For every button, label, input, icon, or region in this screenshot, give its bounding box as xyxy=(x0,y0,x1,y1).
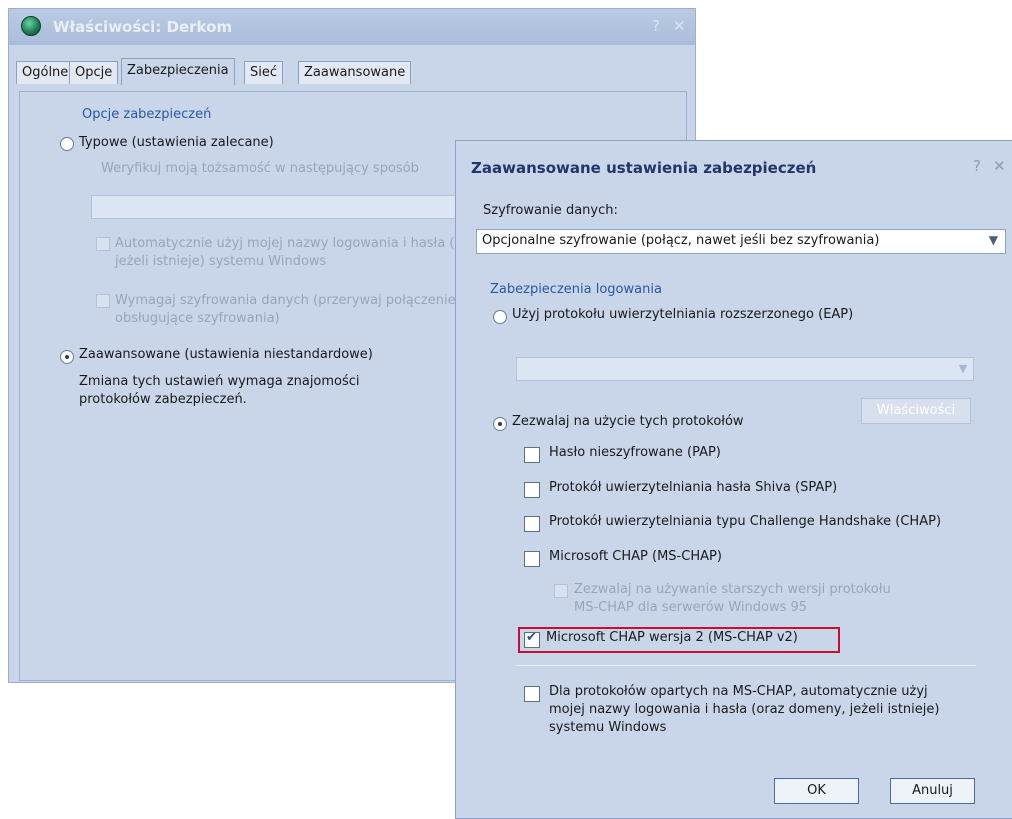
require-encryption-label-line1: Wymagaj szyfrowania danych (przerywaj po… xyxy=(115,293,514,308)
advanced-radio-button[interactable] xyxy=(60,350,74,364)
data-encryption-label: Szyfrowanie danych: xyxy=(483,203,618,218)
require-encryption-label-line2: obsługujące szyfrowania) xyxy=(115,311,280,326)
properties-button[interactable]: Właściwości xyxy=(861,398,971,424)
auto-credentials-label-line2: mojej nazwy logowania i hasła (oraz dome… xyxy=(549,702,940,717)
close-icon[interactable]: ✕ xyxy=(993,157,1006,175)
advanced-description-line2: protokołów zabezpieczeń. xyxy=(79,392,247,407)
cancel-button[interactable]: Anuluj xyxy=(890,778,975,804)
tab-security[interactable]: Zabezpieczenia xyxy=(121,58,235,85)
spap-checkbox[interactable] xyxy=(524,482,540,498)
network-globe-icon xyxy=(21,16,41,36)
title-bar[interactable]: Właściwości: Derkom ? ✕ xyxy=(9,9,695,45)
ok-button[interactable]: OK xyxy=(774,778,859,804)
advanced-description-line1: Zmiana tych ustawień wymaga znajomości xyxy=(79,374,360,389)
auto-credentials-label-line3: systemu Windows xyxy=(549,720,667,735)
dialog-title: Zaawansowane ustawienia zabezpieczeń xyxy=(471,159,817,177)
chap-checkbox[interactable] xyxy=(524,516,540,532)
tab-options[interactable]: Opcje xyxy=(69,61,119,84)
login-security-label: Zabezpieczenia logowania xyxy=(490,282,662,297)
typical-radio-button[interactable] xyxy=(60,137,74,151)
allow-protocols-radio-button[interactable] xyxy=(493,417,507,431)
advanced-radio-label: Zaawansowane (ustawienia niestandardowe) xyxy=(79,347,373,362)
advanced-security-dialog: Zaawansowane ustawienia zabezpieczeń ? ✕… xyxy=(455,140,1012,819)
tab-advanced[interactable]: Zaawansowane xyxy=(298,61,412,84)
auto-login-checkbox[interactable] xyxy=(96,237,110,251)
require-encryption-checkbox[interactable] xyxy=(96,294,110,308)
allow-protocols-radio-label: Zezwalaj na użycie tych protokołów xyxy=(512,414,744,429)
typical-radio-label: Typowe (ustawienia zalecane) xyxy=(79,135,274,150)
auto-credentials-label-line1: Dla protokołów opartych na MS-CHAP, auto… xyxy=(549,684,928,699)
security-options-label: Opcje zabezpieczeń xyxy=(82,107,212,122)
ms-chap-label: Microsoft CHAP (MS-CHAP) xyxy=(549,549,722,564)
divider xyxy=(516,665,976,666)
eap-protocol-select[interactable]: ▼ xyxy=(516,357,974,381)
legacy-ms-chap-checkbox[interactable] xyxy=(554,584,568,598)
tab-network[interactable]: Sieć xyxy=(244,61,284,84)
pap-label: Hasło nieszyfrowane (PAP) xyxy=(549,445,721,460)
validation-label: Weryfikuj moją tożsamość w następujący s… xyxy=(101,161,419,176)
chevron-down-icon[interactable]: ▼ xyxy=(989,233,998,247)
pap-checkbox[interactable] xyxy=(524,447,540,463)
ms-chap-v2-checkbox[interactable] xyxy=(524,630,540,648)
help-icon[interactable]: ? xyxy=(652,17,660,35)
ms-chap-checkbox[interactable] xyxy=(524,551,540,567)
data-encryption-select[interactable]: Opcjonalne szyfrowanie (połącz, nawet je… xyxy=(476,229,1006,254)
window-title: Właściwości: Derkom xyxy=(53,18,233,36)
spap-label: Protokół uwierzytelniania hasła Shiva (S… xyxy=(549,480,838,495)
chap-label: Protokół uwierzytelniania typu Challenge… xyxy=(549,514,942,529)
auto-credentials-checkbox[interactable] xyxy=(524,686,540,702)
chevron-down-icon[interactable]: ▼ xyxy=(953,358,973,380)
ms-chap-v2-label: Microsoft CHAP wersja 2 (MS-CHAP v2) xyxy=(546,630,798,645)
auto-login-label-line2: jeżeli istnieje) systemu Windows xyxy=(115,254,327,269)
legacy-ms-chap-label-line1: Zezwalaj na używanie starszych wersji pr… xyxy=(574,582,891,597)
legacy-ms-chap-label-line2: MS-CHAP dla serwerów Windows 95 xyxy=(574,600,808,615)
close-icon[interactable]: ✕ xyxy=(673,17,686,35)
tab-general[interactable]: Ogólne xyxy=(16,61,75,84)
eap-radio-button[interactable] xyxy=(493,310,507,324)
help-icon[interactable]: ? xyxy=(973,157,981,175)
data-encryption-value: Opcjonalne szyfrowanie (połącz, nawet je… xyxy=(482,233,880,248)
validation-dropdown[interactable] xyxy=(91,195,456,219)
eap-radio-label: Użyj protokołu uwierzytelniania rozszerz… xyxy=(512,307,854,322)
